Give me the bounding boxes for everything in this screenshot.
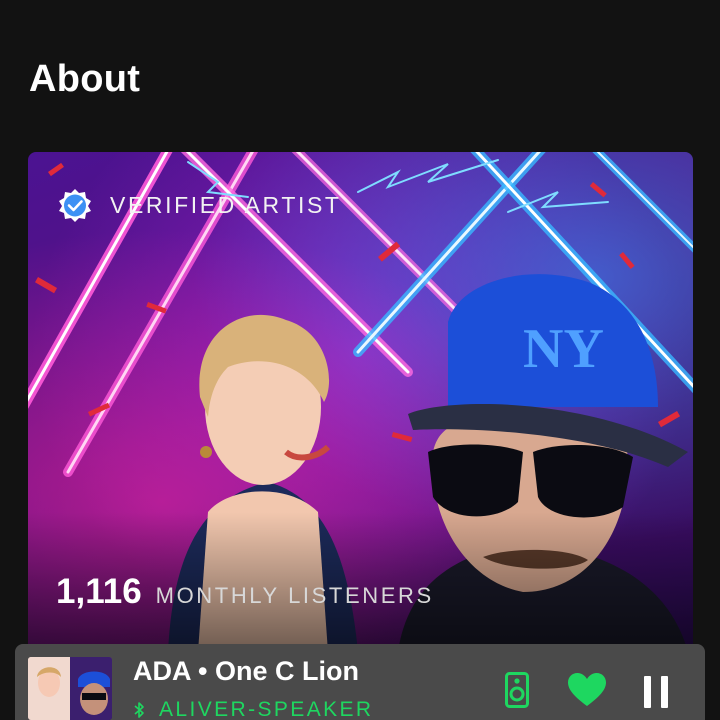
verified-check-icon	[59, 189, 91, 222]
monthly-listeners: 1,116 MONTHLY LISTENERS	[56, 572, 434, 612]
track-title[interactable]: ADA • One C Lion	[133, 656, 359, 687]
svg-text:NY: NY	[523, 318, 604, 380]
about-heading: About	[29, 58, 141, 100]
bluetooth-icon	[134, 702, 144, 718]
speaker-device-icon[interactable]	[505, 672, 529, 708]
verified-artist-label: VERIFIED ARTIST	[110, 191, 342, 218]
pause-icon[interactable]	[642, 676, 670, 708]
heart-filled-icon[interactable]	[567, 672, 607, 708]
monthly-listeners-count: 1,116	[56, 572, 142, 611]
connected-device[interactable]: ALIVER-SPEAKER	[133, 698, 374, 720]
device-name-label: ALIVER-SPEAKER	[159, 698, 374, 720]
now-playing-bar[interactable]: ADA • One C Lion ALIVER-SPEAKER	[15, 644, 705, 720]
artist-about-card[interactable]: NY VERIFIED ARTIST 1,116 MONTHLY LISTENE…	[28, 152, 693, 652]
album-art-image	[28, 657, 112, 720]
verified-artist-badge: VERIFIED ARTIST	[58, 188, 342, 222]
monthly-listeners-label: MONTHLY LISTENERS	[155, 583, 434, 608]
album-art-thumbnail[interactable]	[28, 657, 112, 720]
